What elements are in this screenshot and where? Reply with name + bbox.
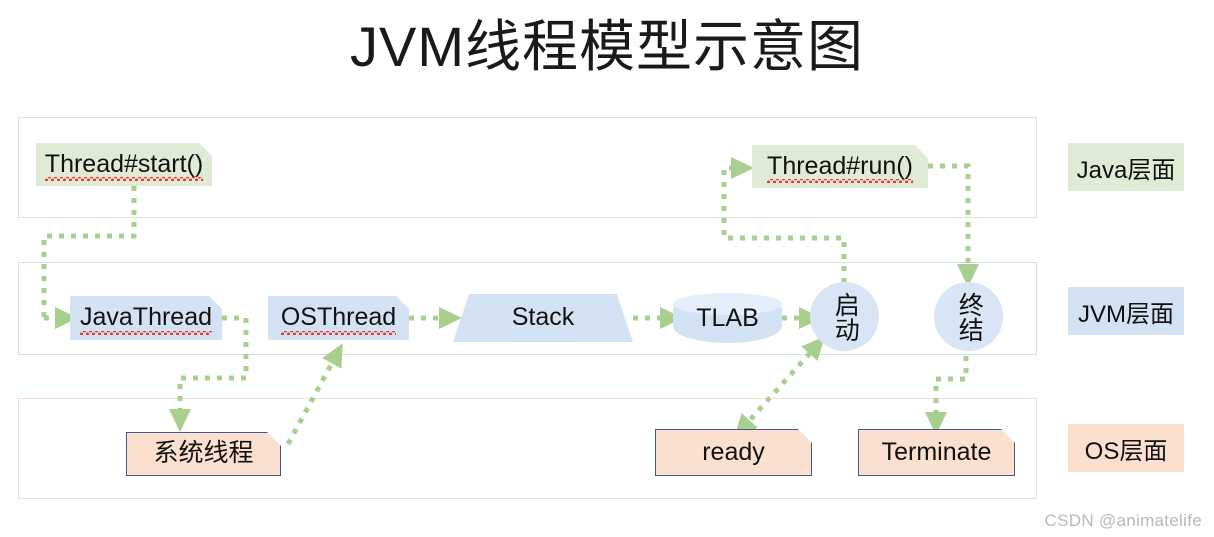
legend-jvm-label: JVM层面 [1078,300,1174,328]
watermark: CSDN @animatelife [1044,511,1202,530]
node-zhongjie[interactable]: 终结 [934,282,1003,351]
node-stack[interactable]: Stack [453,294,633,342]
node-qidong[interactable]: 启动 [810,282,879,351]
page-title: JVM线程模型示意图 [350,15,864,78]
node-java-thread-label: JavaThread [79,303,213,332]
node-tlab[interactable]: TLAB [673,293,782,343]
legend-java-label: Java层面 [1076,156,1176,184]
node-thread-start-label: Thread#start() [44,149,204,178]
node-qidong-label: 启动 [831,291,860,342]
node-zhongjie-label: 终结 [955,291,984,342]
node-system-thread[interactable]: 系统线程 [126,432,281,476]
node-thread-start[interactable]: Thread#start() [36,143,212,186]
node-stack-label: Stack [511,303,575,332]
legend-jvm-layer: JVM层面 [1068,287,1184,335]
node-system-thread-label: 系统线程 [153,439,254,468]
node-ready-label: ready [702,437,765,466]
node-ready[interactable]: ready [655,429,812,476]
node-thread-run[interactable]: Thread#run() [752,145,928,188]
legend-os-layer: OS层面 [1068,424,1184,472]
node-terminate[interactable]: Terminate [858,429,1015,476]
legend-os-label: OS层面 [1084,437,1168,465]
node-os-thread[interactable]: OSThread [268,296,409,340]
node-java-thread[interactable]: JavaThread [70,296,222,340]
node-tlab-label: TLAB [696,303,759,332]
node-terminate-label: Terminate [881,437,992,466]
node-os-thread-label: OSThread [280,303,397,332]
node-thread-run-label: Thread#run() [767,151,913,180]
diagram-canvas: JVM线程模型示意图 Thread#start() Thread#run() J… [0,0,1214,537]
legend-java-layer: Java层面 [1068,143,1184,191]
